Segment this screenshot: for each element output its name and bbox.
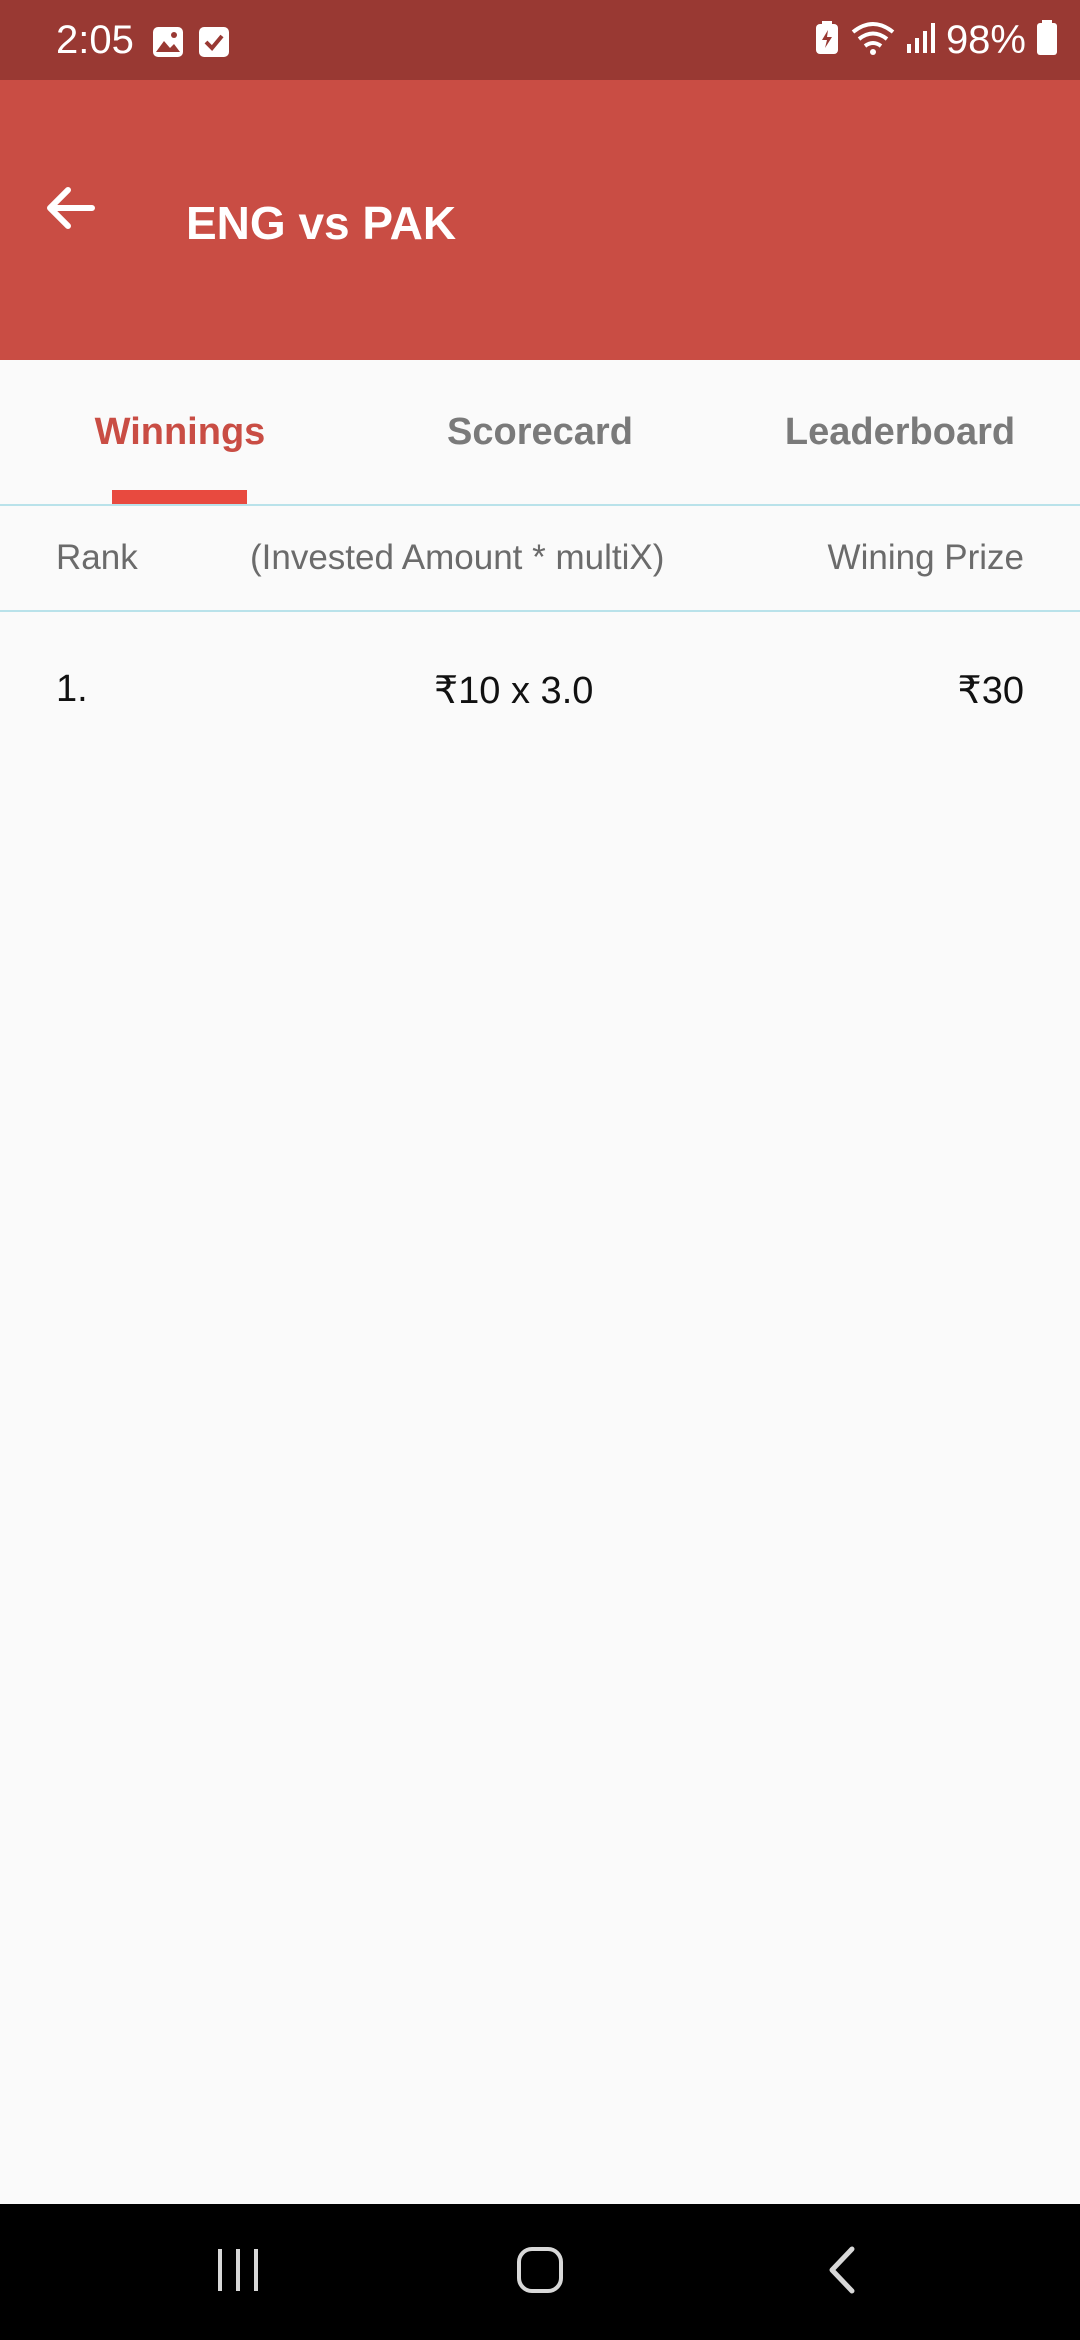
status-left-icons	[152, 26, 230, 63]
tab-winnings[interactable]: Winnings	[0, 360, 360, 504]
system-nav-bar	[0, 2204, 1080, 2340]
system-back-button[interactable]	[792, 2232, 892, 2312]
home-icon	[515, 2245, 565, 2300]
row-invested-amount: ₹10 x 3.0	[434, 670, 594, 712]
battery-icon	[1036, 19, 1058, 61]
back-icon	[824, 2245, 860, 2300]
status-time: 2:05	[56, 18, 134, 62]
wifi-icon	[850, 21, 896, 60]
recent-apps-button[interactable]	[188, 2232, 288, 2312]
header-invested-amount: (Invested Amount * multiX)	[250, 538, 665, 577]
back-button[interactable]	[30, 170, 110, 250]
home-button[interactable]	[490, 2232, 590, 2312]
tab-leaderboard[interactable]: Leaderboard	[720, 360, 1080, 504]
checkbox-icon	[198, 26, 230, 63]
gallery-icon	[152, 26, 184, 63]
status-bar: 2:05 98%	[0, 0, 1080, 80]
tab-scorecard[interactable]: Scorecard	[360, 360, 720, 504]
battery-saver-icon	[814, 20, 840, 60]
battery-percentage: 98%	[945, 18, 1026, 62]
signal-icon	[906, 22, 936, 59]
header-rank: Rank	[56, 538, 138, 577]
arrow-left-icon	[44, 186, 96, 235]
table-row: 1. ₹10 x 3.0 ₹30	[0, 660, 1080, 730]
recent-apps-icon	[214, 2247, 262, 2298]
page-title: ENG vs PAK	[186, 197, 457, 249]
table-header: Rank (Invested Amount * multiX) Wining P…	[0, 506, 1080, 612]
header-wining-prize: Wining Prize	[827, 538, 1024, 577]
status-right: 98%	[814, 18, 1058, 62]
active-tab-indicator	[112, 490, 247, 504]
row-wining-prize: ₹30	[957, 670, 1024, 712]
tab-bar: Winnings Scorecard Leaderboard	[0, 360, 1080, 506]
app-bar	[0, 80, 1080, 360]
row-rank: 1.	[56, 668, 88, 710]
